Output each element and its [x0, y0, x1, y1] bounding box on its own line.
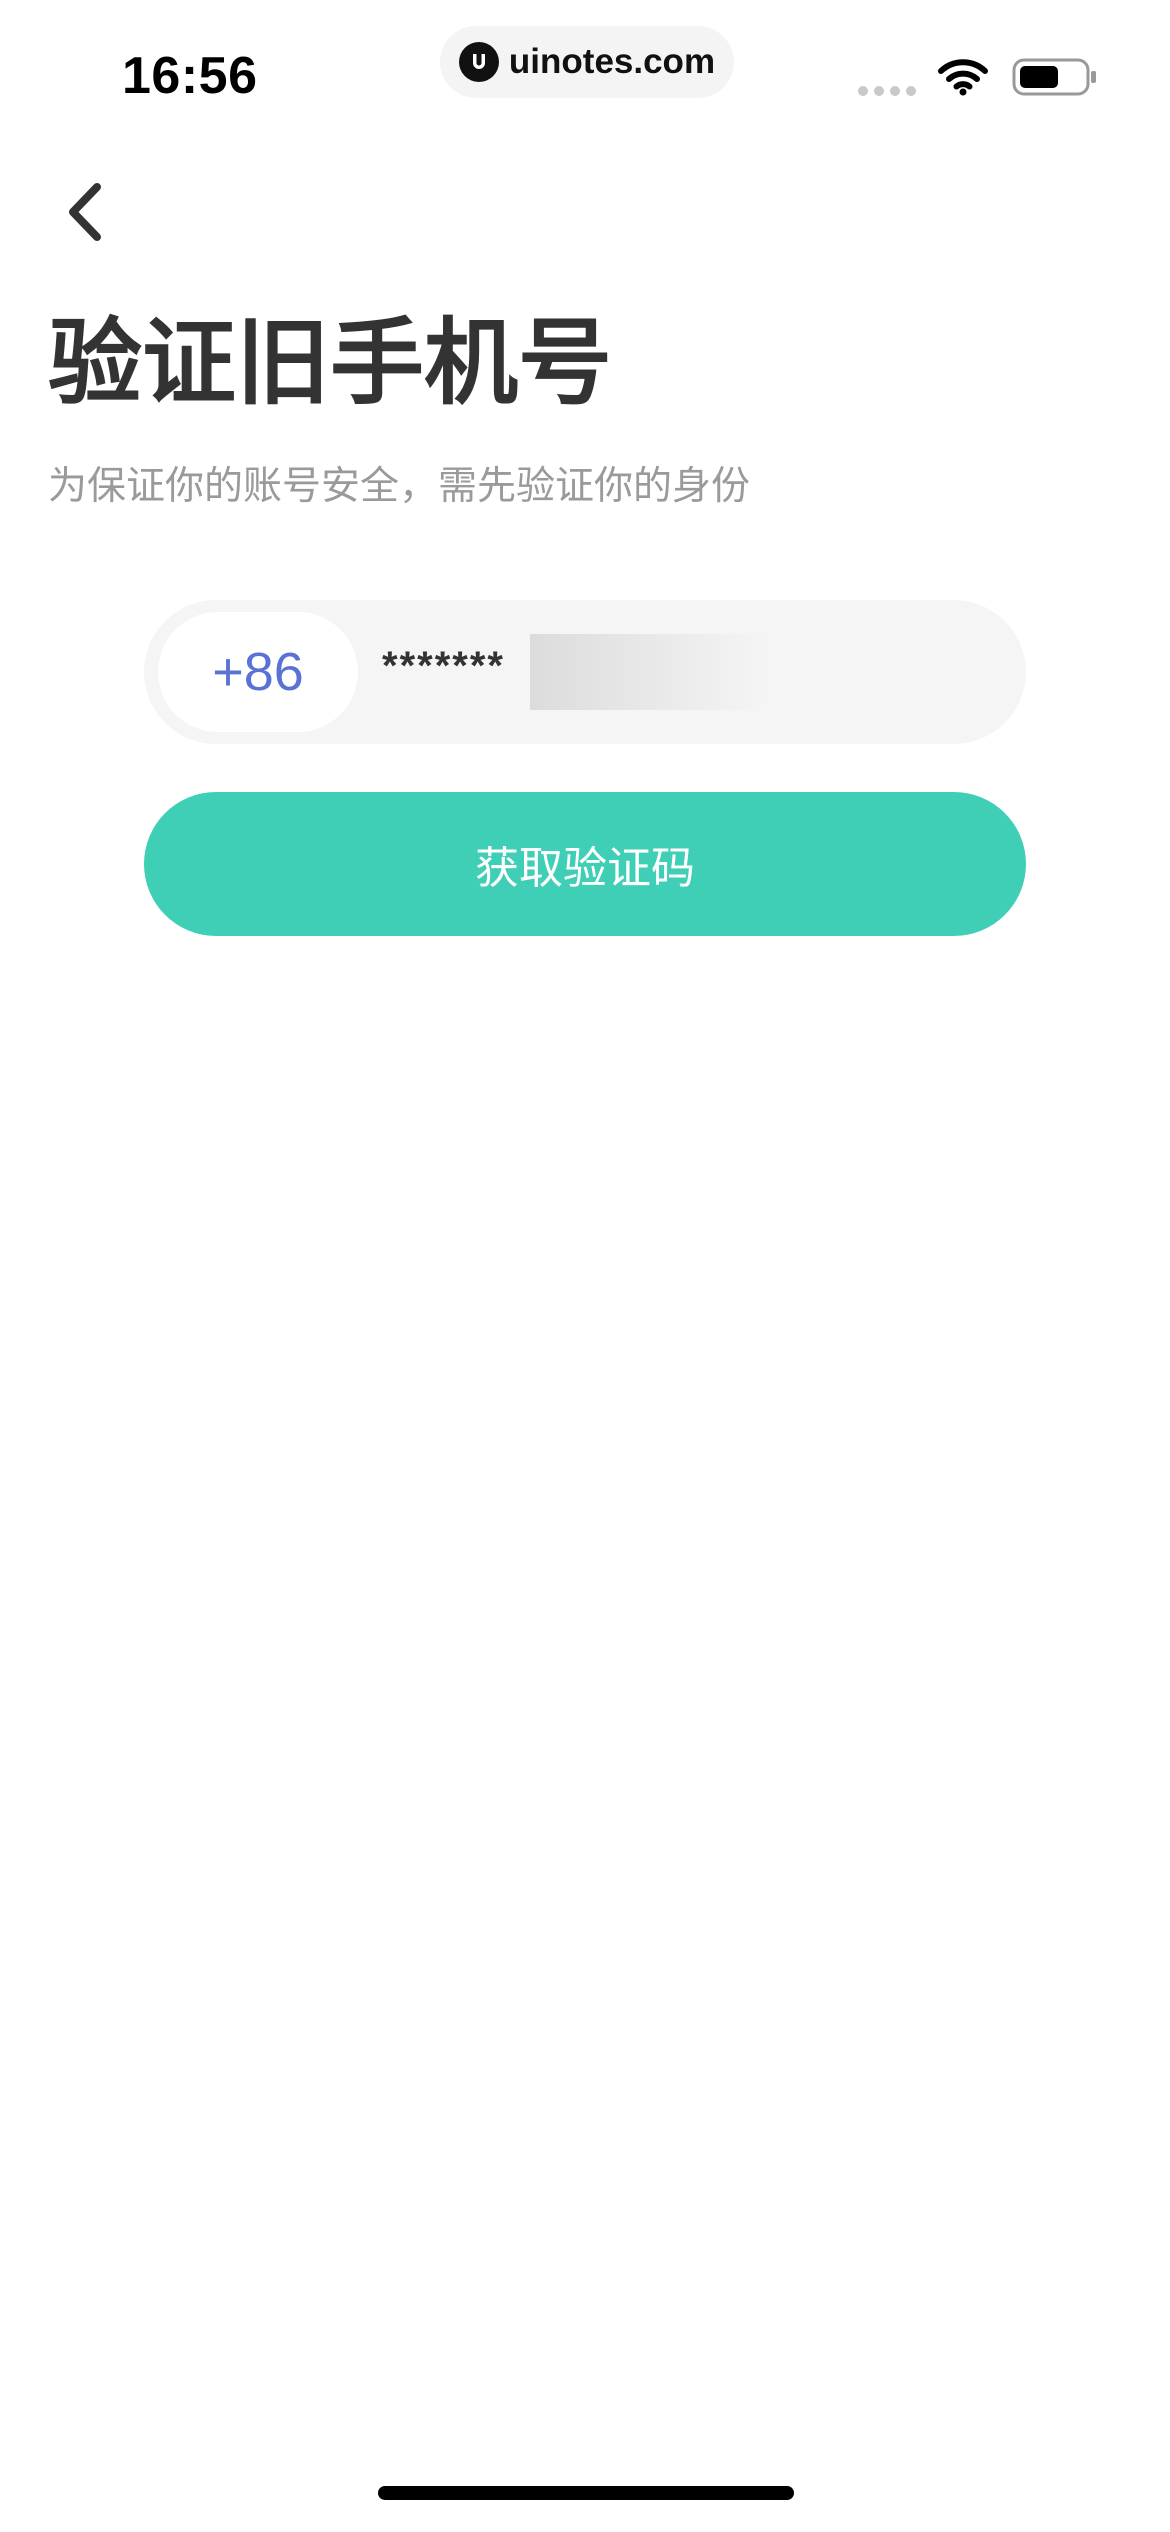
phone-number-value: ******* — [382, 644, 505, 688]
status-bar: 16:56 uinotes.com — [0, 0, 1170, 150]
url-pill[interactable]: uinotes.com — [440, 26, 734, 98]
site-logo-icon — [458, 42, 499, 82]
wifi-icon — [938, 58, 988, 100]
country-code-selector[interactable]: +86 — [158, 612, 358, 732]
signal-icon — [858, 86, 916, 96]
back-button[interactable] — [50, 172, 122, 252]
get-code-button[interactable]: 获取验证码 — [144, 792, 1026, 936]
url-text: uinotes.com — [508, 42, 716, 81]
home-indicator[interactable] — [378, 2486, 794, 2500]
redacted-area — [530, 634, 766, 710]
chevron-left-icon — [69, 183, 101, 241]
phone-field[interactable]: +86 ******* — [144, 600, 1026, 744]
status-time: 16:56 — [122, 47, 258, 105]
page-title: 验证旧手机号 — [48, 309, 613, 418]
page-subtitle: 为保证你的账号安全，需先验证你的身份 — [48, 464, 751, 509]
battery-icon — [1012, 57, 1098, 101]
